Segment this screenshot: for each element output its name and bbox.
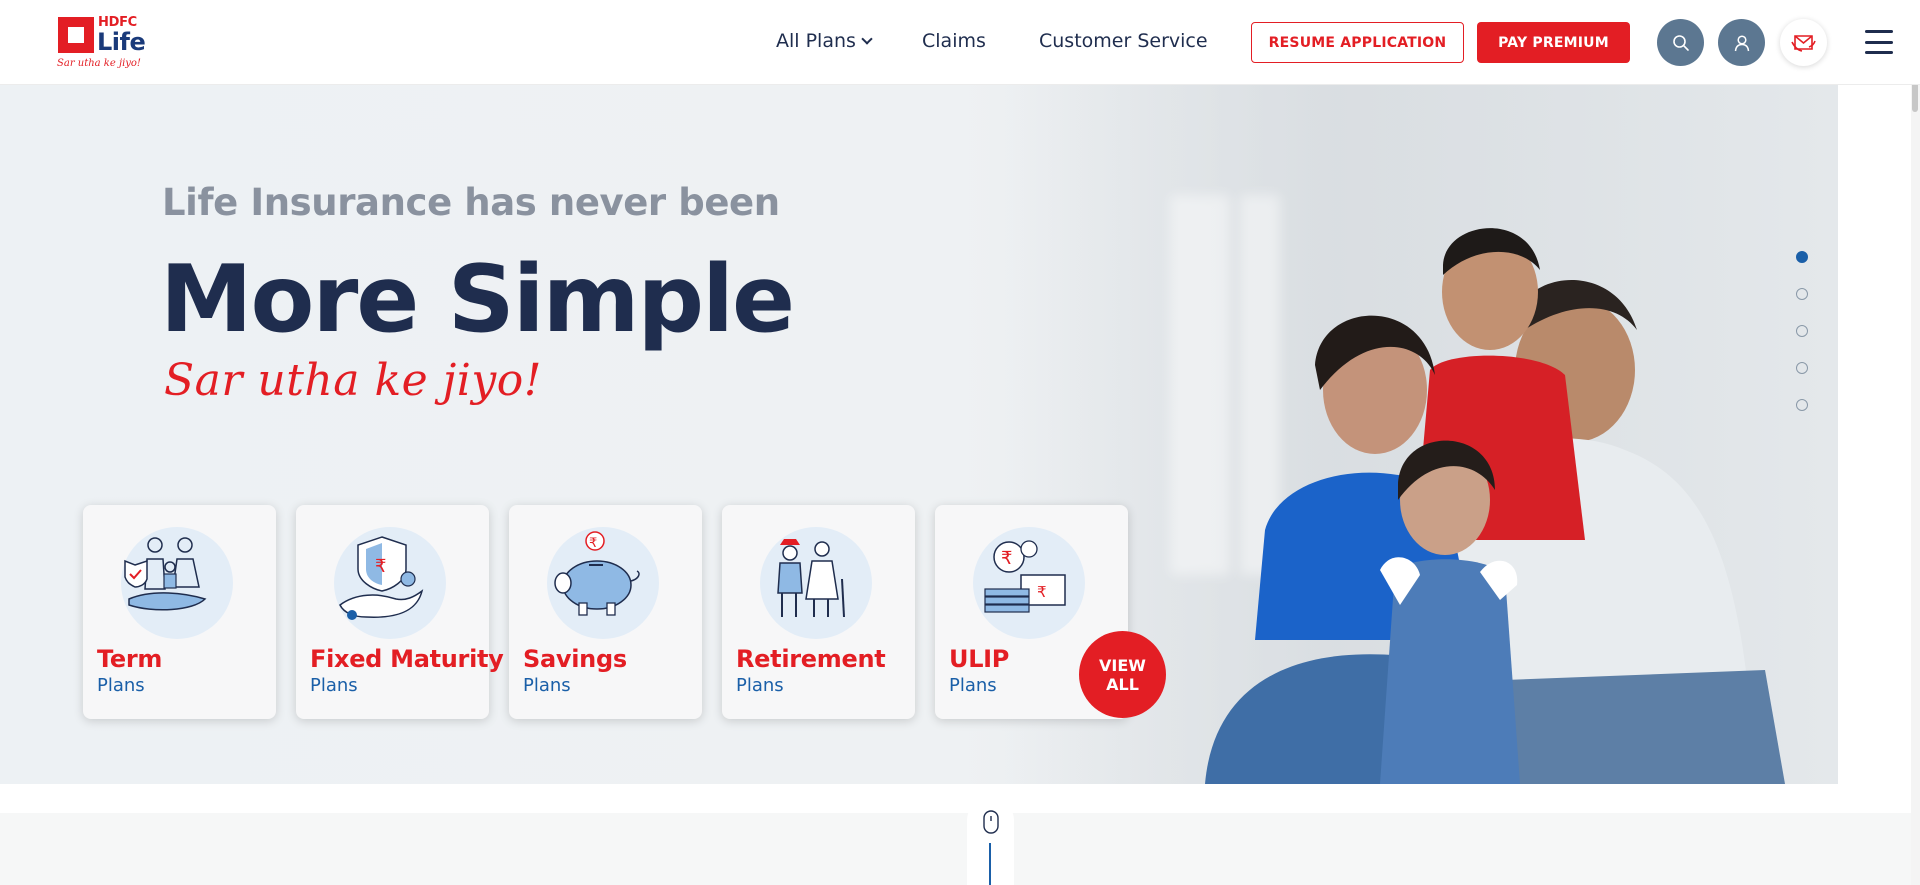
svg-text:₹: ₹: [1037, 583, 1047, 601]
svg-text:₹: ₹: [1001, 548, 1012, 569]
menu-bar: [1865, 30, 1893, 33]
plan-card-fixed-maturity[interactable]: ₹ Fixed Maturity Plans: [296, 505, 504, 719]
menu-button[interactable]: [1865, 30, 1893, 54]
search-button[interactable]: [1657, 19, 1704, 66]
nav-claims[interactable]: Claims: [922, 30, 986, 52]
slide-dot-4[interactable]: [1796, 362, 1808, 374]
page-scrollbar[interactable]: [1911, 0, 1920, 885]
view-all-line2: ALL: [1106, 674, 1139, 694]
menu-bar: [1865, 40, 1893, 44]
plan-card-term[interactable]: Term Plans: [83, 505, 276, 719]
family-shield-icon: [124, 537, 207, 611]
slide-pagination: [1796, 251, 1810, 436]
nav-all-plans[interactable]: All Plans: [776, 30, 873, 52]
logo-tagline: Sar utha ke jiyo!: [57, 58, 141, 69]
rupee-shield-hand-icon: ₹: [339, 536, 424, 620]
svg-text:₹: ₹: [589, 536, 597, 551]
plan-card-subtitle: Plans: [949, 675, 997, 696]
slide-dot-5[interactable]: [1796, 399, 1808, 411]
hdfc-life-logo[interactable]: HDFC Life Sar utha ke jiyo!: [56, 14, 148, 72]
piggy-bank-icon: ₹: [554, 531, 640, 616]
nav-all-plans-label: All Plans: [776, 30, 856, 52]
chevron-down-icon: [861, 33, 873, 45]
pay-premium-button[interactable]: PAY PREMIUM: [1477, 22, 1630, 63]
mouse-icon: [983, 810, 999, 834]
resume-application-button[interactable]: RESUME APPLICATION: [1251, 22, 1464, 63]
slide-dot-1[interactable]: [1796, 251, 1808, 263]
slide-dot-3[interactable]: [1796, 325, 1808, 337]
view-all-button[interactable]: VIEW ALL: [1079, 631, 1166, 718]
plan-card-title: Savings: [523, 645, 627, 673]
elderly-couple-icon: [777, 539, 845, 618]
logo-mark: [58, 17, 94, 53]
hero-banner: Life Insurance has never been More Simpl…: [0, 85, 1838, 784]
plan-card-title: ULIP: [949, 645, 1010, 673]
plan-card-title: Term: [97, 645, 163, 673]
plan-card-title: Retirement: [736, 645, 886, 673]
slide-dot-2[interactable]: [1796, 288, 1808, 300]
plan-card-title: Fixed Maturity: [310, 645, 504, 673]
family-photo: [1205, 228, 1785, 784]
plan-card-subtitle: Plans: [523, 675, 571, 696]
scroll-line: [989, 843, 991, 885]
nav-customer-service[interactable]: Customer Service: [1039, 30, 1208, 52]
view-all-line1: VIEW: [1099, 655, 1146, 675]
plan-card-retirement[interactable]: Retirement Plans: [722, 505, 915, 719]
contact-button[interactable]: [1780, 19, 1827, 66]
next-section: [0, 813, 1911, 885]
plan-card-savings[interactable]: ₹ Savings Plans: [509, 505, 702, 719]
hero-title: More Simple: [160, 245, 795, 353]
user-account-button[interactable]: [1718, 19, 1765, 66]
hero-subtitle: Life Insurance has never been: [162, 181, 780, 224]
logo-brand-main: Life: [97, 28, 146, 56]
hero-tagline: Sar utha ke jiyo!: [164, 355, 542, 406]
plan-card-subtitle: Plans: [97, 675, 145, 696]
mail-hands-icon: [1790, 34, 1816, 52]
site-header: HDFC Life Sar utha ke jiyo! All Plans Cl…: [0, 0, 1920, 85]
search-icon: [1672, 34, 1689, 51]
menu-bar: [1865, 51, 1893, 54]
user-icon: [1734, 34, 1749, 51]
rupee-coins-notes-icon: ₹ ₹: [984, 540, 1066, 613]
plan-card-subtitle: Plans: [310, 675, 358, 696]
svg-text:₹: ₹: [375, 556, 386, 577]
plan-card-subtitle: Plans: [736, 675, 784, 696]
